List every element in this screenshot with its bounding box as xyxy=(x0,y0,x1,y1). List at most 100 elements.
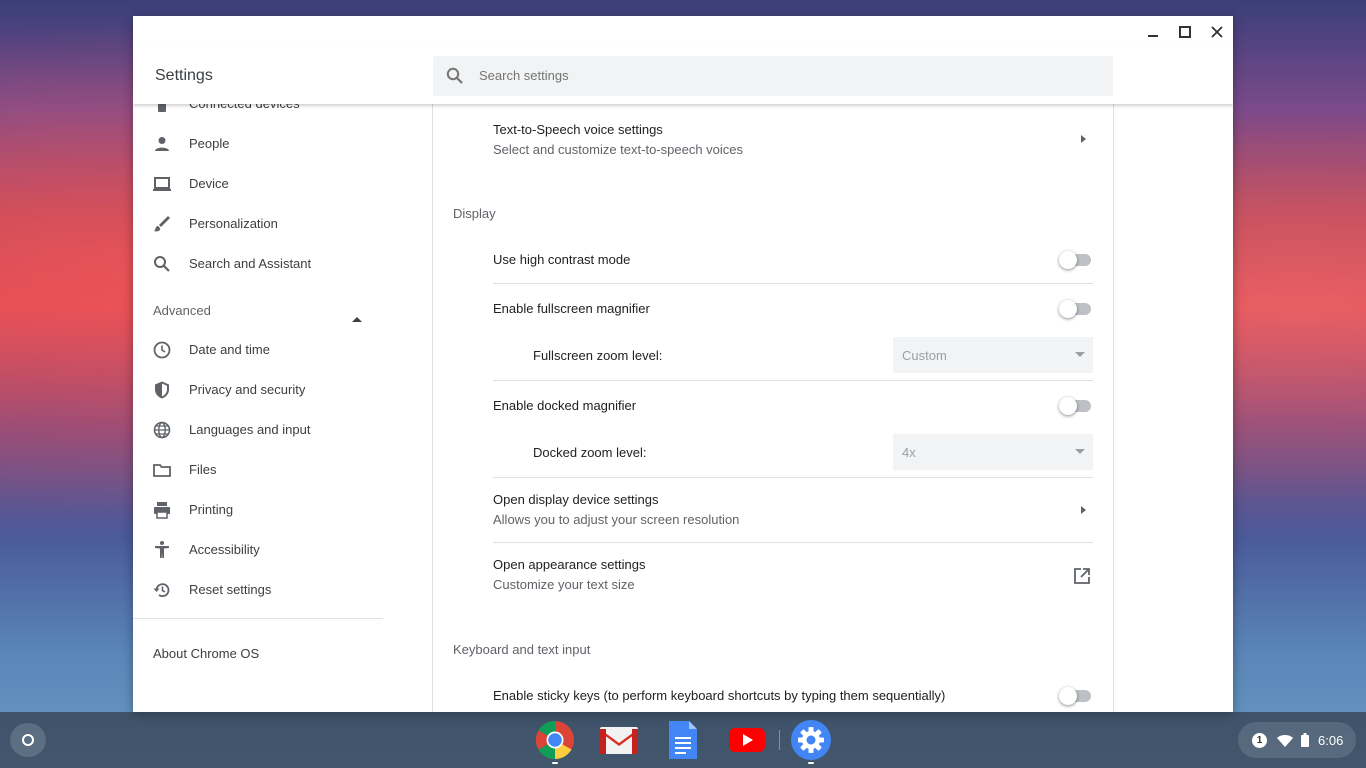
search-placeholder: Search settings xyxy=(479,68,569,83)
printer-icon xyxy=(152,500,172,520)
sidebar-item-search-assistant[interactable]: Search and Assistant xyxy=(133,244,393,284)
sticky-keys-row: Enable sticky keys (to perform keyboard … xyxy=(493,676,1093,712)
sidebar-item-languages-input[interactable]: Languages and input xyxy=(133,410,393,450)
fullscreen-magnifier-row: Enable fullscreen magnifier xyxy=(493,289,1093,329)
row-divider xyxy=(493,283,1093,284)
appearance-subtitle: Customize your text size xyxy=(493,577,635,592)
chrome-icon[interactable] xyxy=(535,720,575,760)
docked-zoom-value: 4x xyxy=(902,445,916,460)
shelf-separator xyxy=(779,730,780,750)
row-divider xyxy=(493,477,1093,478)
launcher-button[interactable] xyxy=(10,723,46,757)
docked-zoom-select[interactable]: 4x xyxy=(893,434,1093,470)
sidebar-item-label: Search and Assistant xyxy=(189,256,312,271)
high-contrast-toggle[interactable] xyxy=(1059,251,1091,269)
search-input[interactable]: Search settings xyxy=(433,56,1113,96)
sticky-keys-label: Enable sticky keys (to perform keyboard … xyxy=(493,688,946,703)
settings-header: Settings Search settings xyxy=(133,48,1233,104)
search-icon xyxy=(152,254,172,274)
sticky-keys-toggle[interactable] xyxy=(1059,687,1091,705)
appearance-title: Open appearance settings xyxy=(493,557,646,572)
fullscreen-magnifier-toggle[interactable] xyxy=(1059,300,1091,318)
brush-icon xyxy=(152,214,172,234)
search-icon xyxy=(445,66,465,86)
shield-icon xyxy=(152,380,172,400)
about-label: About Chrome OS xyxy=(153,646,260,661)
fullscreen-zoom-value: Custom xyxy=(902,348,947,363)
docs-icon[interactable] xyxy=(663,720,703,760)
advanced-section-toggle[interactable]: Advanced xyxy=(133,292,383,332)
clock-icon xyxy=(152,340,172,360)
sidebar-item-accessibility[interactable]: Accessibility xyxy=(133,530,393,570)
gmail-icon[interactable] xyxy=(599,720,639,760)
advanced-label: Advanced xyxy=(153,303,211,318)
docked-magnifier-toggle[interactable] xyxy=(1059,397,1091,415)
person-icon xyxy=(152,134,172,154)
docked-magnifier-row: Enable docked magnifier xyxy=(493,386,1093,426)
settings-gear-icon[interactable] xyxy=(791,720,831,760)
tts-subtitle: Select and customize text-to-speech voic… xyxy=(493,142,744,157)
page-title: Settings xyxy=(155,67,213,84)
sidebar-item-files[interactable]: Files xyxy=(133,450,393,490)
sidebar-item-privacy-security[interactable]: Privacy and security xyxy=(133,370,393,410)
display-device-settings-row[interactable]: Open display device settings Allows you … xyxy=(493,482,1093,542)
sidebar-item-personalization[interactable]: Personalization xyxy=(133,204,393,244)
notification-count-badge: 1 xyxy=(1252,733,1267,748)
sidebar-item-device[interactable]: Device xyxy=(133,164,393,204)
high-contrast-label: Use high contrast mode xyxy=(493,252,631,267)
youtube-icon[interactable] xyxy=(727,720,767,760)
tts-voice-settings-row[interactable]: Text-to-Speech voice settings Select and… xyxy=(433,104,1113,184)
close-icon[interactable] xyxy=(1207,22,1227,42)
open-in-new-icon xyxy=(1073,567,1091,590)
appearance-settings-row[interactable]: Open appearance settings Customize your … xyxy=(493,547,1093,607)
wifi-icon xyxy=(1277,734,1293,752)
globe-icon xyxy=(152,420,172,440)
accessibility-icon xyxy=(152,540,172,560)
row-divider xyxy=(493,542,1093,543)
sidebar-item-printing[interactable]: Printing xyxy=(133,490,393,530)
row-divider xyxy=(493,380,1093,381)
high-contrast-row: Use high contrast mode xyxy=(493,240,1093,280)
sidebar-item-people[interactable]: People xyxy=(133,124,393,164)
fullscreen-zoom-select[interactable]: Custom xyxy=(893,337,1093,373)
chrome-running-indicator xyxy=(552,762,558,764)
chevron-down-icon xyxy=(1075,449,1085,454)
docked-magnifier-label: Enable docked magnifier xyxy=(493,398,637,413)
display-device-subtitle: Allows you to adjust your screen resolut… xyxy=(493,512,740,527)
sidebar-item-label: Files xyxy=(189,462,217,477)
settings-window: Settings Search settings Connected devic… xyxy=(133,16,1233,712)
settings-main: Text-to-Speech voice settings Select and… xyxy=(432,104,1114,712)
arrow-right-icon xyxy=(1081,506,1086,514)
sidebar-item-label: Accessibility xyxy=(189,542,260,557)
tts-title: Text-to-Speech voice settings xyxy=(493,122,663,137)
sidebar-item-label: Printing xyxy=(189,502,234,517)
sidebar-item-label: Reset settings xyxy=(189,582,272,597)
arrow-right-icon xyxy=(1081,135,1086,143)
display-section-heading: Display xyxy=(453,206,496,221)
sidebar-divider xyxy=(133,618,383,619)
chevron-down-icon xyxy=(1075,352,1085,357)
sidebar-item-about[interactable]: About Chrome OS xyxy=(133,642,393,678)
maximize-icon[interactable] xyxy=(1175,22,1195,42)
sidebar-item-label: Privacy and security xyxy=(189,382,306,397)
display-device-title: Open display device settings xyxy=(493,492,659,507)
settings-running-indicator xyxy=(808,762,814,764)
sidebar-item-reset-settings[interactable]: Reset settings xyxy=(133,570,393,610)
clock-time: 6:06 xyxy=(1318,733,1344,748)
launcher-icon xyxy=(22,734,34,746)
history-icon xyxy=(152,580,172,600)
fullscreen-magnifier-label: Enable fullscreen magnifier xyxy=(493,301,650,316)
folder-icon xyxy=(152,460,172,480)
sidebar-item-date-time[interactable]: Date and time xyxy=(133,330,393,370)
battery-icon xyxy=(1301,733,1309,752)
window-titlebar[interactable] xyxy=(133,16,1233,48)
sidebar-item-label: Device xyxy=(189,176,229,191)
keyboard-section-heading: Keyboard and text input xyxy=(453,642,591,657)
sidebar: Connected devices People Device Personal… xyxy=(133,96,433,712)
sidebar-item-label: Personalization xyxy=(189,216,278,231)
laptop-icon xyxy=(152,174,172,194)
system-tray[interactable]: 1 6:06 xyxy=(1238,722,1356,758)
minimize-icon[interactable] xyxy=(1143,22,1163,42)
fullscreen-zoom-label: Fullscreen zoom level: xyxy=(533,348,663,363)
docked-zoom-label: Docked zoom level: xyxy=(533,445,647,460)
